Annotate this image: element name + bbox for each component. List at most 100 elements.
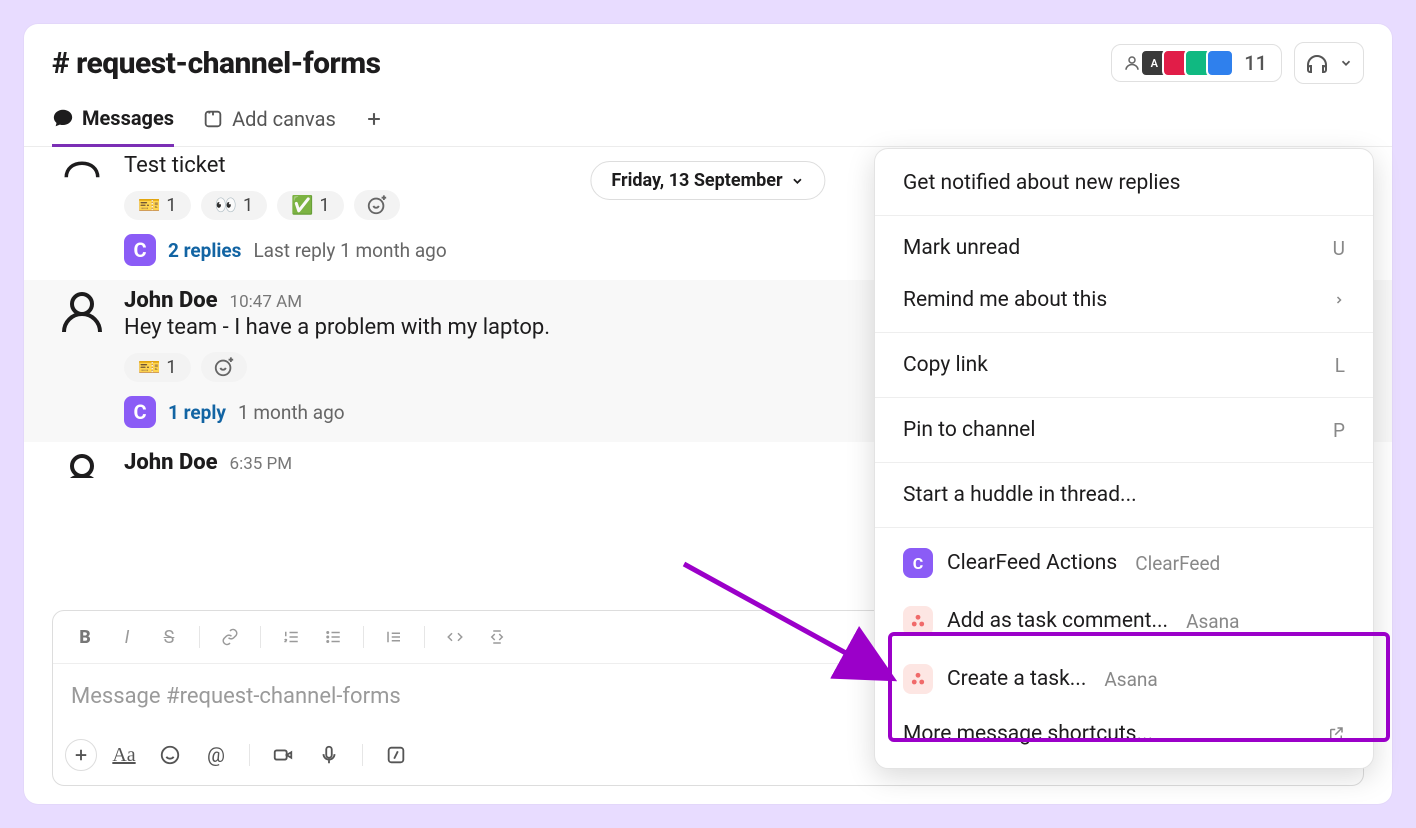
separator bbox=[875, 527, 1373, 528]
message-context-menu: Get notified about new replies Mark unre… bbox=[874, 148, 1374, 769]
menu-asana-add-comment[interactable]: Add as task comment... Asana bbox=[875, 592, 1373, 650]
menu-mark-unread[interactable]: Mark unread U bbox=[875, 222, 1373, 274]
message-timestamp[interactable]: 10:47 AM bbox=[230, 292, 302, 312]
clearfeed-app-icon: C bbox=[124, 396, 156, 428]
separator bbox=[362, 744, 363, 766]
message-author[interactable]: John Doe bbox=[124, 450, 218, 475]
attach-button[interactable] bbox=[65, 739, 97, 771]
menu-label: Copy link bbox=[903, 353, 988, 377]
thread-reply-count: 2 replies bbox=[168, 239, 241, 262]
asana-app-icon bbox=[903, 606, 933, 636]
add-reaction-button[interactable] bbox=[354, 190, 400, 220]
emoji-icon: 🎫 bbox=[138, 195, 160, 216]
clearfeed-app-icon: C bbox=[124, 234, 156, 266]
menu-label: Add as task comment... bbox=[947, 609, 1168, 633]
menu-clearfeed-actions[interactable]: C ClearFeed Actions ClearFeed bbox=[875, 534, 1373, 592]
plus-icon bbox=[364, 109, 384, 129]
user-avatar[interactable] bbox=[56, 450, 108, 478]
external-link-icon bbox=[1327, 725, 1345, 743]
menu-label: Start a huddle in thread... bbox=[903, 483, 1137, 507]
separator bbox=[249, 744, 250, 766]
header-actions: A 11 bbox=[1111, 42, 1364, 84]
huddle-button[interactable] bbox=[1294, 42, 1364, 84]
mention-button[interactable]: @ bbox=[197, 737, 235, 773]
menu-label: Get notified about new replies bbox=[903, 171, 1181, 195]
channel-header: # request-channel-forms A 11 bbox=[24, 24, 1392, 88]
audio-button[interactable] bbox=[310, 737, 348, 773]
reaction-count: 1 bbox=[166, 195, 176, 216]
link-button[interactable] bbox=[212, 621, 248, 653]
separator bbox=[875, 215, 1373, 216]
menu-label: Pin to channel bbox=[903, 418, 1035, 442]
separator bbox=[199, 626, 200, 648]
emoji-button[interactable] bbox=[151, 737, 189, 773]
reaction-count: 1 bbox=[166, 357, 176, 378]
reaction[interactable]: 🎫1 bbox=[124, 353, 191, 382]
emoji-icon: ✅ bbox=[291, 195, 313, 216]
slack-window: # request-channel-forms A 11 bbox=[24, 24, 1392, 804]
user-avatar[interactable] bbox=[56, 151, 108, 203]
date-divider[interactable]: Friday, 13 September bbox=[590, 161, 825, 200]
menu-copy-link[interactable]: Copy link L bbox=[875, 339, 1373, 391]
menu-more-shortcuts[interactable]: More message shortcuts... bbox=[875, 708, 1373, 760]
chevron-down-icon bbox=[791, 174, 805, 188]
code-button[interactable] bbox=[437, 621, 473, 653]
codeblock-button[interactable] bbox=[479, 621, 515, 653]
canvas-icon bbox=[202, 108, 224, 130]
menu-app-name: ClearFeed bbox=[1135, 552, 1220, 575]
user-avatar[interactable] bbox=[56, 288, 108, 340]
tab-messages-label: Messages bbox=[82, 106, 174, 130]
channel-tabs: Messages Add canvas bbox=[24, 88, 1392, 147]
menu-get-notified[interactable]: Get notified about new replies bbox=[875, 157, 1373, 209]
italic-button[interactable]: I bbox=[109, 621, 145, 653]
menu-label: Remind me about this bbox=[903, 288, 1107, 312]
menu-remind[interactable]: Remind me about this bbox=[875, 274, 1373, 326]
tab-add[interactable] bbox=[364, 109, 384, 143]
menu-label: Create a task... bbox=[947, 667, 1086, 691]
menu-label: Mark unread bbox=[903, 236, 1020, 260]
menu-shortcut: P bbox=[1333, 419, 1345, 442]
reaction[interactable]: 👀1 bbox=[201, 191, 268, 220]
format-toggle-button[interactable]: Aa bbox=[105, 737, 143, 773]
bullet-list-button[interactable] bbox=[315, 621, 351, 653]
avatar-stack: A bbox=[1118, 49, 1234, 77]
reaction[interactable]: ✅1 bbox=[277, 191, 344, 220]
separator bbox=[875, 462, 1373, 463]
thread-last-reply: Last reply 1 month ago bbox=[253, 239, 446, 262]
menu-shortcut: U bbox=[1333, 237, 1345, 260]
video-button[interactable] bbox=[264, 737, 302, 773]
date-divider-label: Friday, 13 September bbox=[611, 170, 782, 191]
bold-button[interactable]: B bbox=[67, 621, 103, 653]
menu-asana-create-task[interactable]: Create a task... Asana bbox=[875, 650, 1373, 708]
ordered-list-button[interactable] bbox=[273, 621, 309, 653]
member-count: 11 bbox=[1244, 51, 1267, 75]
message-timestamp[interactable]: 6:35 PM bbox=[230, 454, 293, 474]
menu-app-name: Asana bbox=[1186, 610, 1239, 633]
shortcuts-button[interactable] bbox=[377, 737, 415, 773]
message-author[interactable]: John Doe bbox=[124, 288, 218, 313]
separator bbox=[363, 626, 364, 648]
tab-messages[interactable]: Messages bbox=[52, 106, 174, 147]
emoji-icon: 👀 bbox=[215, 195, 237, 216]
reaction[interactable]: 🎫1 bbox=[124, 191, 191, 220]
member-count-button[interactable]: A 11 bbox=[1111, 44, 1282, 82]
separator bbox=[875, 332, 1373, 333]
menu-huddle[interactable]: Start a huddle in thread... bbox=[875, 469, 1373, 521]
add-reaction-button[interactable] bbox=[201, 352, 247, 382]
strikethrough-button[interactable]: S bbox=[151, 621, 187, 653]
tab-add-canvas[interactable]: Add canvas bbox=[202, 107, 336, 145]
menu-shortcut: L bbox=[1335, 354, 1345, 377]
separator bbox=[260, 626, 261, 648]
chevron-down-icon bbox=[1339, 56, 1353, 70]
clearfeed-app-icon: C bbox=[903, 548, 933, 578]
menu-pin[interactable]: Pin to channel P bbox=[875, 404, 1373, 456]
avatar bbox=[1206, 49, 1234, 77]
menu-app-name: Asana bbox=[1104, 668, 1157, 691]
menu-label: ClearFeed Actions bbox=[947, 551, 1117, 575]
menu-label: More message shortcuts... bbox=[903, 722, 1153, 746]
channel-title[interactable]: # request-channel-forms bbox=[52, 46, 381, 81]
tab-add-canvas-label: Add canvas bbox=[232, 107, 336, 131]
thread-reply-count: 1 reply bbox=[168, 401, 226, 424]
reaction-count: 1 bbox=[243, 195, 253, 216]
blockquote-button[interactable] bbox=[376, 621, 412, 653]
